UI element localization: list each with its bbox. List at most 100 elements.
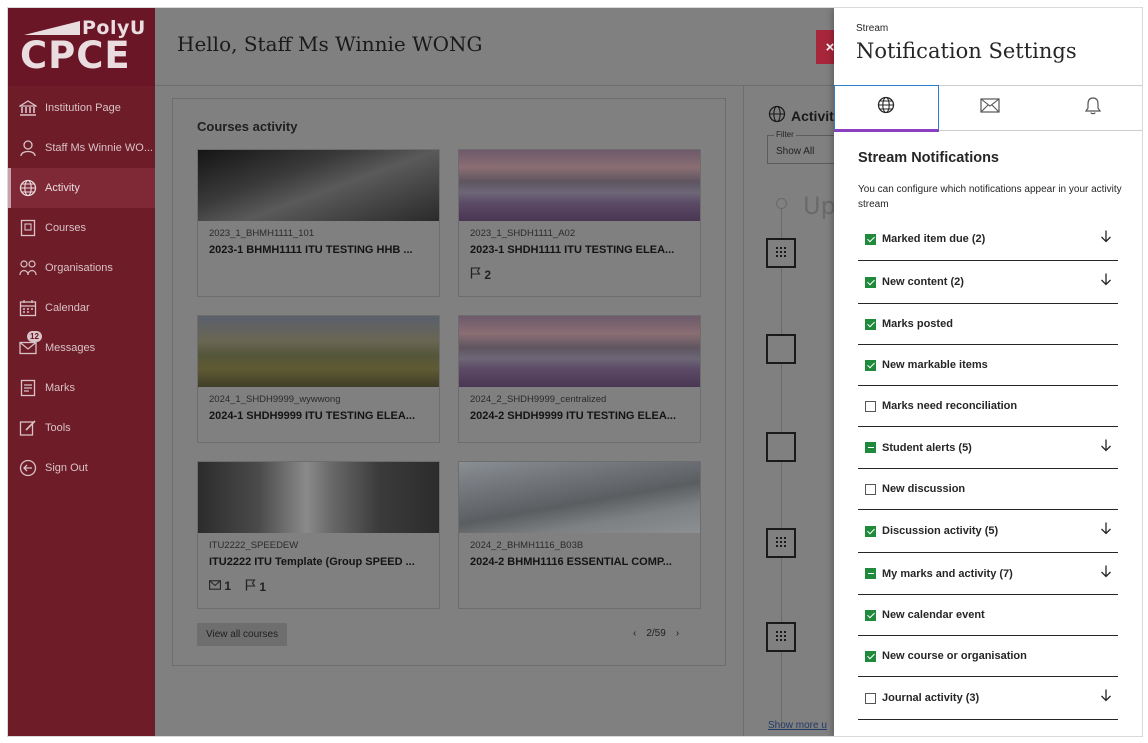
- course-title: 2024-2 BHMH1116 ESSENTIAL COMP...: [470, 556, 672, 568]
- notification-option-label: Marks need reconciliation: [882, 400, 1018, 412]
- course-title: ITU2222 ITU Template (Group SPEED ...: [209, 556, 415, 568]
- organisations-icon: [17, 257, 39, 279]
- expand-arrow-icon[interactable]: [1100, 438, 1112, 457]
- checkbox[interactable]: [865, 318, 876, 330]
- checkbox[interactable]: [865, 400, 876, 412]
- expand-arrow-icon[interactable]: [1100, 522, 1112, 541]
- sidebar: PolyU CPCE Institution Page Staff Ms Win…: [8, 8, 155, 736]
- checkbox[interactable]: [865, 525, 876, 537]
- app-frame: PolyU CPCE Institution Page Staff Ms Win…: [7, 7, 1143, 737]
- sidebar-item-messages[interactable]: 12 Messages: [8, 328, 155, 368]
- notification-tabs: [834, 85, 1142, 132]
- notification-option-label: New discussion: [882, 483, 966, 495]
- notification-option[interactable]: New discussion: [858, 469, 1118, 510]
- sidebar-item-activity[interactable]: Activity: [8, 168, 155, 208]
- sidebar-item-organisations[interactable]: Organisations: [8, 248, 155, 288]
- notification-options-list: Marked item due (2) New content (2) Mark…: [858, 218, 1118, 720]
- logo-cpce-text: CPCE: [20, 34, 131, 77]
- course-code: 2023_1_SHDH1111_A02: [470, 228, 576, 239]
- notification-option[interactable]: Marked item due (2): [858, 218, 1118, 261]
- notification-option-label: Journal activity (3): [882, 692, 980, 704]
- checkbox[interactable]: [865, 568, 876, 579]
- course-code: 2024_2_BHMH1116_B03B: [470, 540, 584, 551]
- prev-page-chevron-icon[interactable]: ‹: [633, 628, 636, 639]
- expand-arrow-icon[interactable]: [1100, 273, 1112, 292]
- course-card-image: [459, 462, 700, 533]
- sidebar-item-label: Tools: [45, 422, 71, 434]
- sidebar-item-sign-out[interactable]: Sign Out: [8, 448, 155, 488]
- notification-option[interactable]: Marks posted: [858, 304, 1118, 345]
- globe-icon: [768, 105, 786, 126]
- sidebar-item-calendar[interactable]: Calendar: [8, 288, 155, 328]
- checkbox[interactable]: [865, 442, 876, 453]
- course-card[interactable]: 2024_2_BHMH1116_B03B 2024-2 BHMH1116 ESS…: [458, 461, 701, 609]
- notification-option[interactable]: New content (2): [858, 261, 1118, 304]
- view-all-courses-button[interactable]: View all courses: [197, 623, 288, 646]
- courses-activity-panel: Courses activity 2023_1_BHMH1111_101 202…: [172, 98, 726, 666]
- expand-arrow-icon[interactable]: [1100, 689, 1112, 708]
- notification-option[interactable]: Student alerts (5): [858, 427, 1118, 469]
- message-count-value: 1: [224, 579, 232, 593]
- show-more-link[interactable]: Show more u: [768, 720, 827, 731]
- tab-stream[interactable]: [834, 85, 939, 132]
- course-title: 2023-1 BHMH1111 ITU TESTING HHB ...: [209, 244, 413, 256]
- globe-icon: [877, 96, 895, 119]
- bell-icon: [1084, 96, 1102, 120]
- tab-email[interactable]: [939, 86, 1042, 130]
- expand-arrow-icon[interactable]: [1100, 230, 1112, 249]
- course-code: ITU2222_SPEEDEW: [209, 540, 299, 551]
- timeline-item-icon: [766, 334, 796, 364]
- envelope-icon: [980, 98, 1000, 118]
- sidebar-item-tools[interactable]: Tools: [8, 408, 155, 448]
- courses-pager: ‹ 2/59 ›: [633, 628, 679, 639]
- notification-option-label: Marked item due (2): [882, 233, 986, 245]
- sidebar-item-institution-page[interactable]: Institution Page: [8, 88, 155, 128]
- timeline-item-icon: [766, 432, 796, 462]
- notification-option[interactable]: Journal activity (3): [858, 677, 1118, 720]
- course-flag-count: 1: [245, 579, 266, 594]
- notification-option[interactable]: New course or organisation: [858, 636, 1118, 677]
- sidebar-item-label: Messages: [45, 342, 96, 354]
- filter-label: Filter: [774, 130, 796, 139]
- notification-option[interactable]: New markable items: [858, 345, 1118, 386]
- course-card[interactable]: 2024_1_SHDH9999_wywwong 2024-1 SHDH9999 …: [197, 315, 440, 443]
- checkbox[interactable]: [865, 359, 876, 371]
- notification-option[interactable]: Discussion activity (5): [858, 510, 1118, 553]
- course-meta: 1 1: [209, 579, 266, 594]
- checkbox[interactable]: [865, 233, 876, 245]
- sign-out-icon: [17, 457, 39, 479]
- filter-value: Show All: [776, 146, 815, 157]
- course-message-count: 1: [209, 579, 231, 594]
- sidebar-item-courses[interactable]: Courses: [8, 208, 155, 248]
- checkbox[interactable]: [865, 483, 876, 495]
- sidebar-item-marks[interactable]: Marks: [8, 368, 155, 408]
- sidebar-item-label: Organisations: [45, 262, 113, 274]
- flag-count-value: 1: [259, 580, 267, 594]
- checkbox[interactable]: [865, 692, 876, 704]
- notification-option-label: New markable items: [882, 359, 988, 371]
- next-page-chevron-icon[interactable]: ›: [676, 628, 679, 639]
- envelope-icon: [209, 579, 221, 593]
- notification-option[interactable]: My marks and activity (7): [858, 553, 1118, 595]
- notification-option-label: New course or organisation: [882, 650, 1027, 662]
- course-code: 2024_1_SHDH9999_wywwong: [209, 394, 341, 405]
- course-card[interactable]: 2023_1_BHMH1111_101 2023-1 BHMH1111 ITU …: [197, 149, 440, 297]
- checkbox[interactable]: [865, 276, 876, 288]
- checkbox[interactable]: [865, 650, 876, 662]
- course-card[interactable]: 2024_2_SHDH9999_centralized 2024-2 SHDH9…: [458, 315, 701, 443]
- course-card[interactable]: ITU2222_SPEEDEW ITU2222 ITU Template (Gr…: [197, 461, 440, 609]
- courses-activity-heading: Courses activity: [197, 119, 298, 134]
- sidebar-item-label: Marks: [45, 382, 75, 394]
- envelope-icon: 12: [17, 331, 42, 359]
- course-card[interactable]: 2023_1_SHDH1111_A02 2023-1 SHDH1111 ITU …: [458, 149, 701, 297]
- checkbox[interactable]: [865, 609, 876, 621]
- course-flag-count: 2: [470, 267, 491, 282]
- tab-push[interactable]: [1041, 86, 1142, 130]
- expand-arrow-icon[interactable]: [1100, 564, 1112, 583]
- logo-wedge: [24, 21, 80, 35]
- sidebar-item-profile[interactable]: Staff Ms Winnie WO...: [8, 128, 155, 168]
- column-divider: [743, 86, 744, 736]
- notification-option[interactable]: Marks need reconciliation: [858, 386, 1118, 427]
- user-icon: [17, 137, 39, 159]
- notification-option[interactable]: New calendar event: [858, 595, 1118, 636]
